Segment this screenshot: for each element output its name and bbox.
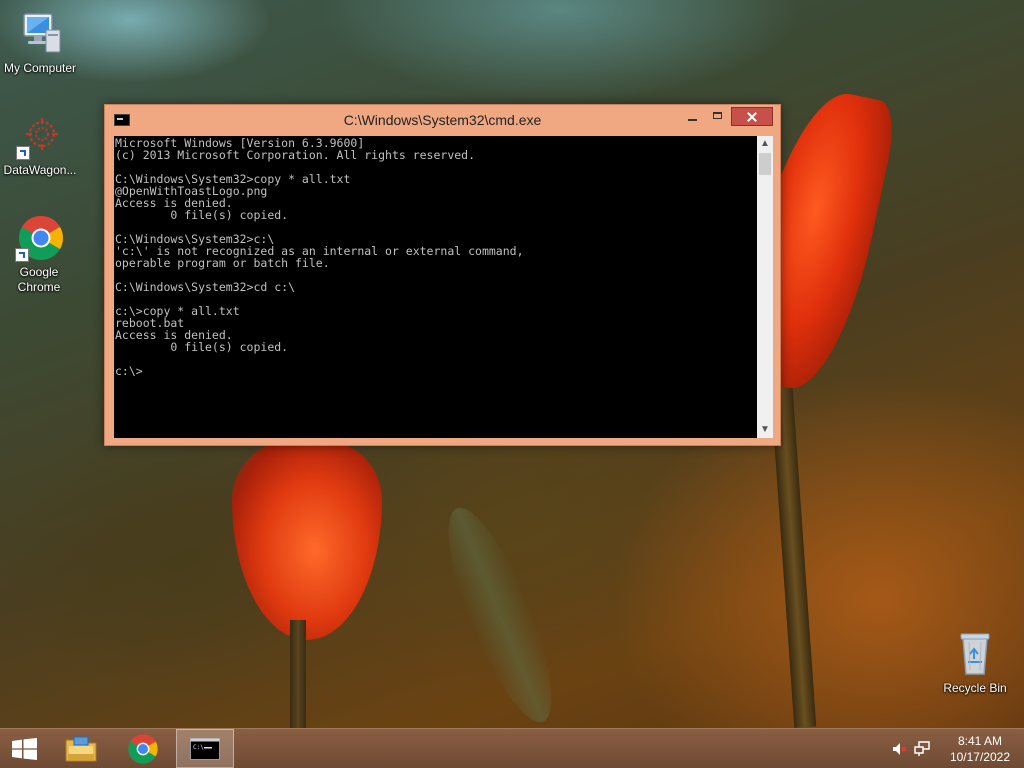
cmd-window[interactable]: C:\Windows\System32\cmd.exe Microsoft Wi… <box>104 104 781 446</box>
clock-time: 8:41 AM <box>957 734 1002 748</box>
start-button[interactable] <box>0 729 50 768</box>
scroll-up-icon[interactable]: ▲ <box>757 136 773 152</box>
desktop-icon-my-computer[interactable]: My Computer <box>0 10 80 76</box>
desktop-icon-datawagon[interactable]: DataWagon... <box>0 112 80 178</box>
minimize-button[interactable] <box>679 107 705 126</box>
svg-text:C:\: C:\ <box>193 744 204 751</box>
shortcut-arrow-icon <box>15 248 29 262</box>
taskbar: C:\ 8:41 AM 10/17/2022 <box>0 728 1024 768</box>
desktop-icon-google-chrome[interactable]: Google Chrome <box>0 214 79 295</box>
speaker-muted-icon[interactable] <box>892 742 908 756</box>
maximize-button[interactable] <box>705 107 731 126</box>
window-titlebar[interactable]: C:\Windows\System32\cmd.exe <box>105 105 780 135</box>
leaf-decoration <box>429 497 571 728</box>
recycle-bin-icon <box>951 630 999 678</box>
clock[interactable]: 8:41 AM 10/17/2022 <box>950 733 1010 765</box>
shortcut-arrow-icon <box>16 146 30 160</box>
vertical-scrollbar[interactable]: ▲ ▼ <box>757 136 773 438</box>
desktop-icon-recycle-bin[interactable]: Recycle Bin <box>935 630 1015 696</box>
console-output-area[interactable]: Microsoft Windows [Version 6.3.9600] (c)… <box>114 136 757 438</box>
desktop-background: My Computer DataWagon... Google Chrome R… <box>0 0 1024 728</box>
desktop-icon-label: My Computer <box>3 61 77 75</box>
console-text: Microsoft Windows [Version 6.3.9600] (c)… <box>115 136 524 378</box>
desktop-icon-label: DataWagon... <box>3 163 77 177</box>
file-explorer-icon <box>65 736 97 762</box>
clock-date: 10/17/2022 <box>949 750 1010 764</box>
taskbar-google-chrome[interactable] <box>118 729 168 768</box>
tulip-left-stem-decoration <box>290 620 306 728</box>
windows-logo-icon <box>12 738 37 760</box>
command-prompt-icon: C:\ <box>190 738 220 760</box>
computer-icon <box>16 10 64 58</box>
desktop-icon-label: Recycle Bin <box>943 681 1007 695</box>
close-button[interactable] <box>731 107 773 126</box>
scrollbar-thumb[interactable] <box>759 153 771 175</box>
taskbar-file-explorer[interactable] <box>56 729 106 768</box>
scroll-down-icon[interactable]: ▼ <box>757 422 773 438</box>
taskbar-command-prompt[interactable]: C:\ <box>176 729 234 768</box>
desktop-icon-label: Google Chrome <box>17 265 61 294</box>
system-tray: 8:41 AM 10/17/2022 <box>884 729 1024 768</box>
network-icon[interactable] <box>914 741 930 757</box>
chrome-icon <box>15 214 63 262</box>
datawagon-icon <box>16 112 64 160</box>
chrome-icon <box>128 734 158 764</box>
tulip-left-decoration <box>232 440 382 640</box>
